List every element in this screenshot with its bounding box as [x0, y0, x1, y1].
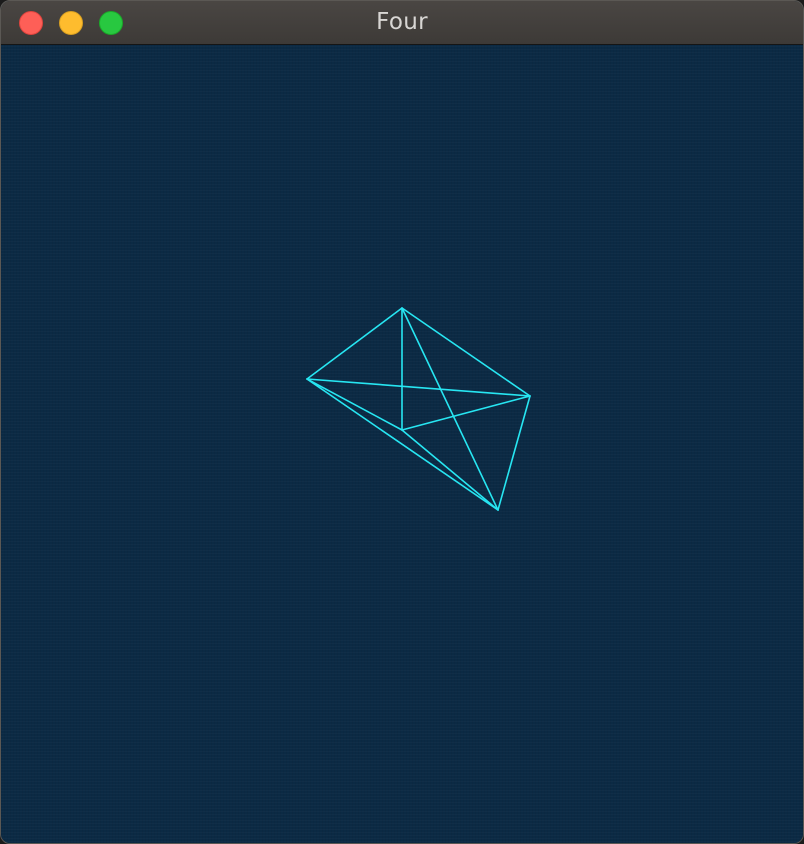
wireframe-tetrahedron: [306, 307, 531, 511]
app-window: Four: [0, 0, 804, 844]
render-viewport[interactable]: [1, 45, 803, 843]
wireframe-canvas: [306, 307, 531, 511]
wire-edge: [401, 307, 531, 397]
wire-edge: [306, 307, 403, 380]
window-title: Four: [376, 9, 428, 35]
wire-edge: [306, 378, 531, 397]
title-bar[interactable]: Four: [1, 1, 803, 45]
wire-edge: [401, 429, 499, 511]
wire-edge: [306, 378, 403, 431]
wire-edge: [401, 395, 531, 431]
wire-edge: [497, 395, 531, 511]
